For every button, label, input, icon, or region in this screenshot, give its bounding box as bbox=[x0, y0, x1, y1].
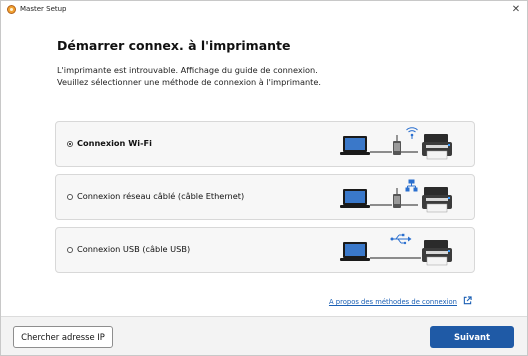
usb-connection-illustration bbox=[340, 233, 452, 266]
external-link-icon[interactable] bbox=[463, 296, 472, 305]
description: L'imprimante est introuvable. Affichage … bbox=[57, 64, 321, 88]
wifi-signal-icon bbox=[406, 127, 418, 139]
page-title: Démarrer connex. à l'imprimante bbox=[57, 38, 291, 53]
main-content: Démarrer connex. à l'imprimante L'imprim… bbox=[1, 19, 527, 355]
radio-usb[interactable] bbox=[67, 247, 73, 253]
description-line-2: Veuillez sélectionner une méthode de con… bbox=[57, 77, 322, 87]
option-wifi-label: Connexion Wi-Fi bbox=[77, 138, 152, 148]
router-icon bbox=[393, 188, 401, 208]
title-bar: Master Setup ✕ bbox=[1, 1, 527, 19]
ethernet-connection-illustration bbox=[340, 179, 452, 213]
option-ethernet[interactable]: Connexion réseau câblé (câble Ethernet) bbox=[55, 174, 475, 220]
laptop-icon bbox=[340, 136, 370, 155]
radio-wifi[interactable] bbox=[67, 141, 73, 147]
search-ip-button[interactable]: Chercher adresse IP bbox=[13, 326, 113, 348]
router-icon bbox=[393, 135, 401, 155]
option-wifi[interactable]: Connexion Wi-Fi bbox=[55, 121, 475, 167]
ethernet-icon bbox=[405, 179, 418, 192]
option-usb[interactable]: Connexion USB (câble USB) bbox=[55, 227, 475, 273]
close-button[interactable]: ✕ bbox=[508, 3, 524, 17]
printer-icon bbox=[422, 187, 452, 213]
wifi-connection-illustration bbox=[340, 127, 452, 160]
description-line-1: L'imprimante est introuvable. Affichage … bbox=[57, 65, 318, 75]
app-icon bbox=[7, 5, 16, 14]
option-ethernet-label: Connexion réseau câblé (câble Ethernet) bbox=[77, 191, 245, 201]
window-title: Master Setup bbox=[20, 5, 67, 13]
setup-window: Master Setup ✕ Démarrer connex. à l'impr… bbox=[0, 0, 528, 356]
radio-ethernet[interactable] bbox=[67, 194, 73, 200]
option-usb-label: Connexion USB (câble USB) bbox=[77, 244, 191, 254]
printer-icon bbox=[422, 134, 452, 160]
next-button[interactable]: Suivant bbox=[430, 326, 514, 348]
footer-bar: Chercher adresse IP Suivant bbox=[1, 316, 527, 355]
laptop-icon bbox=[340, 242, 370, 261]
usb-icon bbox=[390, 233, 412, 245]
printer-icon bbox=[422, 240, 452, 266]
connection-methods-link[interactable]: A propos des méthodes de connexion bbox=[329, 298, 457, 306]
laptop-icon bbox=[340, 189, 370, 208]
